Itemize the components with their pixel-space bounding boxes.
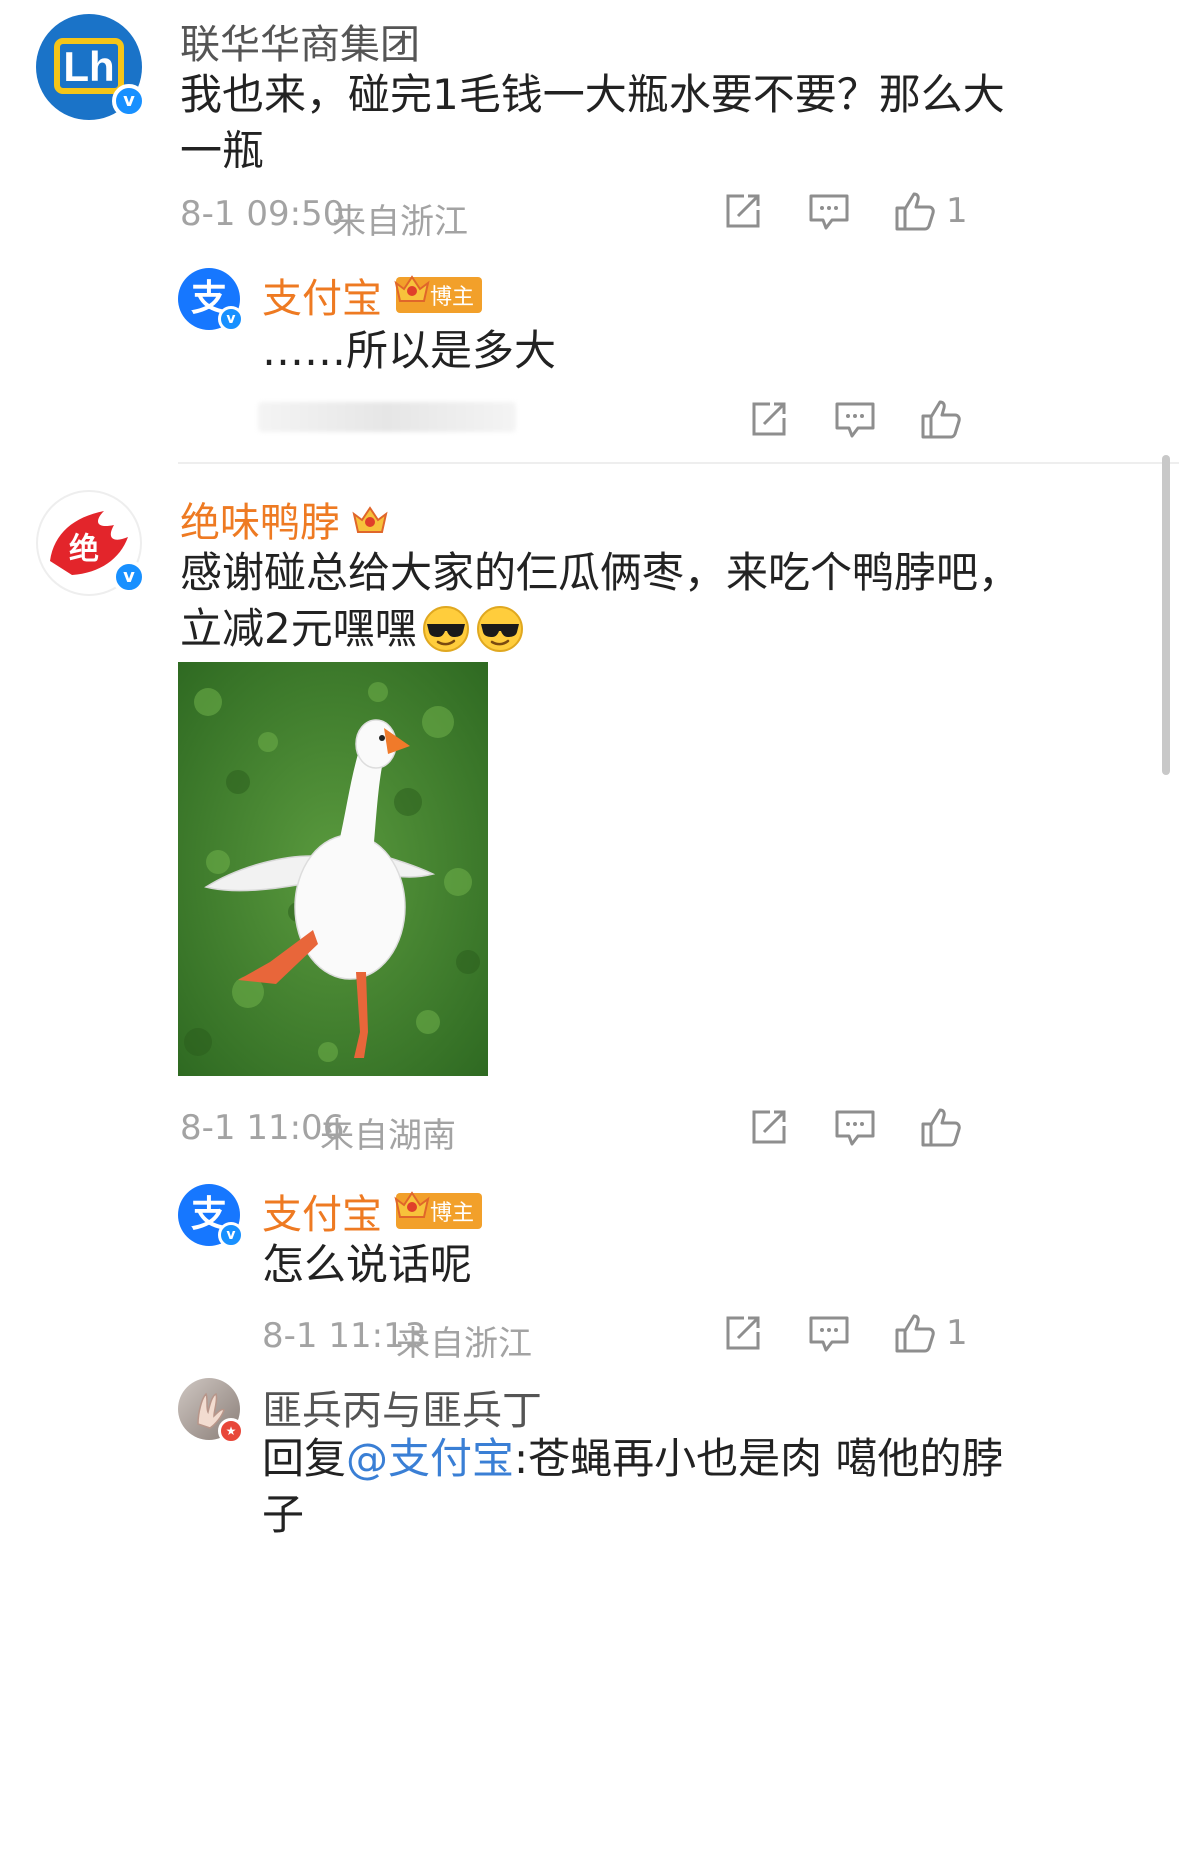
comment-button[interactable] <box>808 192 850 232</box>
like-button[interactable]: 1 <box>894 1312 968 1354</box>
verified-icon: v <box>218 306 244 332</box>
comment-location: 来自浙江 <box>332 202 468 242</box>
comment-button[interactable] <box>834 1108 876 1148</box>
verified-icon: v <box>112 84 146 118</box>
reply-author-label: 支付宝 <box>262 276 382 322</box>
cool-sunglasses-emoji-icon <box>422 606 469 652</box>
reply-author-name[interactable]: 支付宝 博主 <box>262 266 483 324</box>
thumbs-up-icon <box>921 400 961 439</box>
mention-link[interactable]: @支付宝 <box>346 1434 514 1483</box>
reply-prefix: 回复 <box>262 1434 347 1483</box>
share-icon <box>726 1316 760 1350</box>
share-button[interactable] <box>724 192 762 230</box>
share-icon <box>726 194 760 228</box>
cool-sunglasses-emoji-icon <box>476 606 523 652</box>
reply-text: 回复@支付宝:苍蝇再小也是肉 噶他的脖 <box>262 1426 1004 1492</box>
like-button[interactable] <box>920 398 962 440</box>
comment-text-segment: 立减2元嘿嘿 <box>180 604 417 653</box>
blogger-badge: 博主 <box>394 1191 483 1229</box>
thumbs-up-icon <box>921 1108 961 1147</box>
comment-text-line: 立减2元嘿嘿 <box>180 596 525 662</box>
crown-icon <box>394 275 430 302</box>
comment-location: 来自湖南 <box>320 1116 456 1156</box>
crown-icon <box>394 1191 430 1218</box>
crown-icon <box>352 506 388 533</box>
comment-icon <box>835 402 875 438</box>
scrollbar[interactable] <box>1162 455 1170 775</box>
share-icon <box>752 402 786 436</box>
share-button[interactable] <box>724 1314 762 1352</box>
reply-text-segment: :苍蝇再小也是肉 噶他的脖 <box>514 1434 1004 1483</box>
thumbs-up-icon <box>895 1314 935 1353</box>
avatar-juewei[interactable]: 绝 v <box>36 490 146 596</box>
avatar-lianhua[interactable]: Lh v <box>36 14 146 120</box>
reply-text-line: 子 <box>262 1490 305 1539</box>
svg-text:Lh: Lh <box>63 43 114 90</box>
blogger-badge-label: 博主 <box>430 1201 475 1226</box>
blogger-badge: 博主 <box>394 275 483 313</box>
reply-location: 来自浙江 <box>396 1324 532 1364</box>
comment-text-line: 我也来，碰完1毛钱一大瓶水要不要？那么大 <box>180 70 1005 119</box>
comment-icon <box>835 1110 875 1146</box>
member-badge-icon: ★ <box>218 1418 244 1444</box>
verified-icon: v <box>112 560 146 594</box>
avatar-user[interactable]: ★ <box>178 1378 244 1444</box>
thumbs-up-icon <box>895 192 935 231</box>
comment-button[interactable] <box>808 1314 850 1354</box>
avatar-alipay[interactable]: 支 v <box>178 268 244 332</box>
verified-icon: v <box>218 1222 244 1248</box>
comment-time: 8-1 09:50 <box>180 194 345 234</box>
share-icon <box>752 1110 786 1144</box>
comment-icon <box>809 194 849 230</box>
goose-photo <box>178 662 488 1076</box>
like-count: 1 <box>946 191 968 231</box>
comment-divider <box>178 462 1179 464</box>
comment-text-line: 一瓶 <box>180 126 265 175</box>
reply-text: ……所以是多大 <box>262 326 557 375</box>
svg-text:绝: 绝 <box>69 532 99 567</box>
like-button[interactable]: 1 <box>894 190 968 232</box>
comment-button[interactable] <box>834 400 876 440</box>
avatar-alipay[interactable]: 支 v <box>178 1184 244 1248</box>
like-button[interactable] <box>920 1106 962 1148</box>
reply-text: 怎么说话呢 <box>262 1240 473 1289</box>
share-button[interactable] <box>750 400 788 438</box>
like-count: 1 <box>946 1313 968 1353</box>
blogger-badge-label: 博主 <box>430 285 475 310</box>
comment-image-goose[interactable] <box>178 662 488 1076</box>
blurred-meta <box>258 402 516 432</box>
share-button[interactable] <box>750 1108 788 1146</box>
comment-icon <box>809 1316 849 1352</box>
